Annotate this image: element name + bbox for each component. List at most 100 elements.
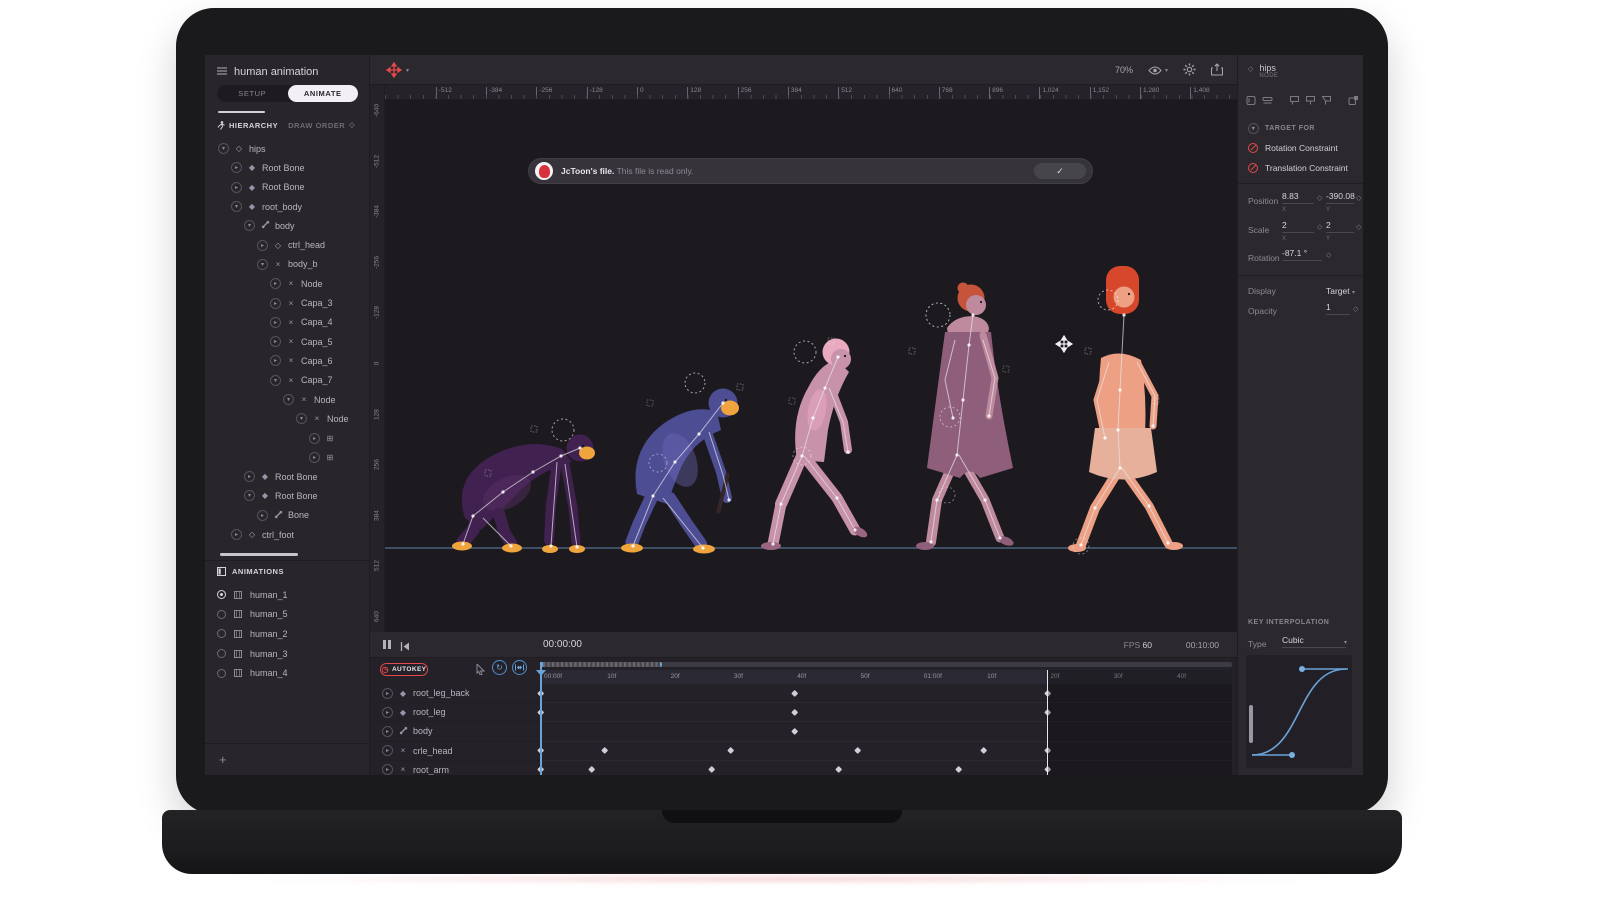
radio-icon[interactable]	[217, 669, 226, 678]
skip-start-button[interactable]	[400, 639, 410, 657]
canvas-figure-early-human[interactable]	[761, 338, 869, 550]
chevron-right-icon[interactable]: ▸	[257, 240, 268, 251]
chevron-right-icon[interactable]: ▸	[309, 433, 320, 444]
timeline-track-root_leg_back[interactable]: ▸◆root_leg_back	[370, 684, 540, 703]
tree-item-Capa_7[interactable]: ▾×Capa_7	[205, 371, 370, 390]
keyframe[interactable]	[727, 747, 735, 755]
keyframe[interactable]	[790, 689, 798, 697]
canvas-figure-woman-dress[interactable]	[909, 283, 1015, 551]
slot-view-icon[interactable]	[1262, 95, 1273, 106]
transform-tab-icon-1[interactable]	[1348, 95, 1359, 106]
menu-icon[interactable]	[217, 66, 227, 78]
chevron-down-icon[interactable]: ▾	[283, 394, 294, 405]
tree-item-Root Bone[interactable]: ▸◆Root Bone	[205, 467, 370, 486]
chevron-right-icon[interactable]: ▸	[270, 317, 281, 328]
chevron-right-icon[interactable]: ▸	[382, 726, 393, 737]
tree-item-root_body[interactable]: ▾◆root_body	[205, 197, 370, 216]
chevron-down-icon[interactable]: ▾	[270, 375, 281, 386]
tree-hscrollbar[interactable]	[220, 553, 298, 556]
animation-item-human_4[interactable]: human_4	[217, 663, 367, 683]
keyframe[interactable]	[588, 766, 596, 774]
display-select[interactable]: Target ▾	[1326, 286, 1355, 296]
position-y-key-icon[interactable]: ◇	[1356, 194, 1361, 202]
chevron-right-icon[interactable]: ▸	[231, 162, 242, 173]
bounds-icon[interactable]	[1246, 95, 1257, 106]
chevron-right-icon[interactable]: ▸	[309, 452, 320, 463]
radio-icon[interactable]	[217, 590, 226, 599]
animation-end-marker[interactable]	[1047, 670, 1048, 775]
chevron-right-icon[interactable]: ▸	[382, 688, 393, 699]
tree-item-Root Bone[interactable]: ▸◆Root Bone	[205, 158, 370, 177]
chevron-right-icon[interactable]: ▸	[231, 529, 242, 540]
position-x-key-icon[interactable]: ◇	[1317, 194, 1322, 202]
opacity-field[interactable]: 1	[1326, 302, 1350, 315]
tree-item-Root Bone[interactable]: ▸◆Root Bone	[205, 178, 370, 197]
tree-item-Capa_3[interactable]: ▸×Capa_3	[205, 293, 370, 312]
keyframe[interactable]	[835, 766, 843, 774]
canvas-figure-primate[interactable]	[452, 419, 595, 553]
chevron-down-icon[interactable]: ▾	[296, 413, 307, 424]
pause-button[interactable]	[383, 640, 391, 649]
constraint-item-translation[interactable]: Translation Constraint	[1248, 163, 1348, 173]
tree-item-Node[interactable]: ▾×Node	[205, 409, 370, 428]
radio-icon[interactable]	[217, 610, 226, 619]
tree-item-node[interactable]: ▸⊞	[205, 428, 370, 447]
visibility-button[interactable]: ▾	[1148, 66, 1168, 75]
tab-setup[interactable]: SETUP	[217, 85, 288, 102]
interpolation-curve-editor[interactable]	[1246, 655, 1352, 768]
select-cursor-icon[interactable]	[476, 662, 485, 680]
chevron-down-icon[interactable]: ▾	[218, 143, 229, 154]
keyframe[interactable]	[600, 747, 608, 755]
tree-item-Capa_6[interactable]: ▸×Capa_6	[205, 351, 370, 370]
timeline-range-scrollbar[interactable]	[541, 662, 1232, 667]
canvas-figure-modern-woman[interactable]	[1068, 266, 1183, 554]
chevron-down-icon[interactable]: ▾	[244, 220, 255, 231]
tab-draw-order[interactable]: DRAW ORDER ◇	[288, 121, 355, 130]
timeline-track-crle_head[interactable]: ▸×crle_head	[370, 742, 540, 761]
tree-item-ctrl_head[interactable]: ▸◇ctrl_head	[205, 235, 370, 254]
constraint-tab-icon-1[interactable]	[1289, 95, 1300, 106]
export-button[interactable]	[1211, 63, 1223, 78]
interpolation-type-select[interactable]: Cubic	[1282, 635, 1346, 648]
timeline-range-handle[interactable]	[541, 662, 662, 667]
scene-canvas[interactable]: JcToon's file. This file is read only. ✓	[385, 100, 1237, 632]
scale-x-key-icon[interactable]: ◇	[1317, 223, 1322, 231]
constraint-item-rotation[interactable]: Rotation Constraint	[1248, 143, 1338, 153]
tree-item-hips[interactable]: ▾◇hips	[205, 139, 370, 158]
animation-item-human_2[interactable]: human_2	[217, 624, 367, 644]
timeline-track-root_arm[interactable]: ▸×root_arm	[370, 761, 540, 775]
tab-hierarchy[interactable]: HIERARCHY	[217, 121, 278, 130]
constraint-tab-icon-3[interactable]	[1321, 95, 1332, 106]
playhead[interactable]	[540, 662, 542, 775]
chevron-right-icon[interactable]: ▸	[270, 278, 281, 289]
tree-item-Root Bone[interactable]: ▾◆Root Bone	[205, 486, 370, 505]
loop-button[interactable]: ↻	[492, 660, 507, 675]
scale-y-key-icon[interactable]: ◇	[1356, 223, 1361, 231]
animation-item-human_5[interactable]: human_5	[217, 605, 367, 625]
notification-confirm-button[interactable]: ✓	[1034, 163, 1086, 179]
chevron-right-icon[interactable]: ▸	[244, 471, 255, 482]
animation-item-human_1[interactable]: human_1	[217, 585, 367, 605]
timeline-track-root_leg[interactable]: ▸◆root_leg	[370, 703, 540, 722]
chevron-down-icon[interactable]: ▾	[231, 201, 242, 212]
chevron-right-icon[interactable]: ▸	[270, 355, 281, 366]
tree-item-Node[interactable]: ▸×Node	[205, 274, 370, 293]
chevron-right-icon[interactable]: ▸	[382, 745, 393, 756]
opacity-key-icon[interactable]: ◇	[1353, 305, 1358, 313]
tab-animate[interactable]: ANIMATE	[288, 85, 359, 102]
chevron-right-icon[interactable]: ▸	[270, 336, 281, 347]
canvas-figure-chimpanzee[interactable]	[621, 373, 743, 554]
fit-range-button[interactable]	[512, 660, 527, 675]
position-y-field[interactable]: -390.08	[1326, 191, 1354, 204]
keyframe[interactable]	[854, 747, 862, 755]
keyframe[interactable]	[955, 766, 963, 774]
add-animation-button[interactable]: +	[219, 752, 227, 767]
zoom-level[interactable]: 70%	[1115, 65, 1133, 75]
radio-icon[interactable]	[217, 629, 226, 638]
target-for-collapse[interactable]: ▾	[1248, 123, 1259, 134]
tool-dropdown-caret[interactable]: ▾	[406, 67, 409, 74]
chevron-right-icon[interactable]: ▸	[257, 510, 268, 521]
keyframe[interactable]	[980, 747, 988, 755]
scale-y-field[interactable]: 2	[1326, 220, 1354, 233]
tree-item-body_b[interactable]: ▾×body_b	[205, 255, 370, 274]
